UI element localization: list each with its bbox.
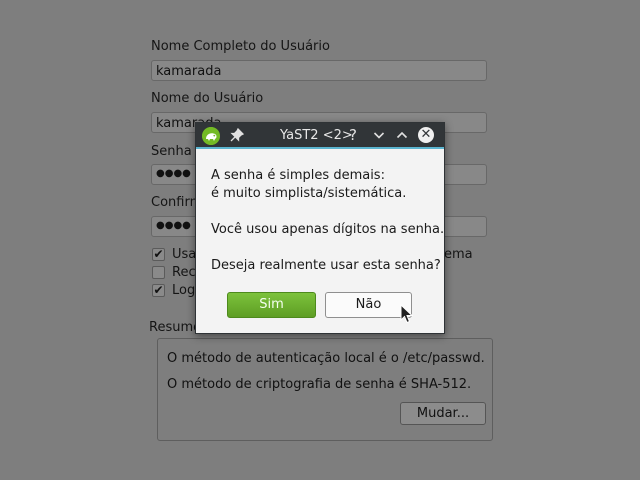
chevron-down-icon[interactable] xyxy=(373,128,385,144)
checkbox-receive[interactable] xyxy=(152,266,165,279)
mouse-cursor-icon xyxy=(400,303,414,328)
summary-box: O método de autenticação local é o /etc/… xyxy=(157,338,493,441)
username-label: Nome do Usuário xyxy=(151,91,264,106)
checkbox-use-password-label: Usa xyxy=(172,247,197,262)
full-name-field[interactable]: kamarada xyxy=(151,60,487,81)
summary-encryption-method: O método de criptografia de senha é SHA-… xyxy=(167,377,472,392)
pin-icon[interactable] xyxy=(230,127,245,146)
summary-label: Resumo xyxy=(149,320,202,335)
help-icon[interactable]: ? xyxy=(349,127,357,143)
change-button[interactable]: Mudar... xyxy=(400,402,486,425)
message-line-2: é muito simplista/sistemática. xyxy=(211,186,407,201)
checkbox-use-password-label-tail: ema xyxy=(444,247,473,262)
message-line-3: Você usou apenas dígitos na senha. xyxy=(211,222,445,237)
summary-auth-method: O método de autenticação local é o /etc/… xyxy=(167,351,485,366)
password-label: Senha xyxy=(151,144,192,159)
password-warning-dialog: YaST2 <2> ? ✕ A senha é simples demais: … xyxy=(195,122,445,334)
dialog-title: YaST2 <2> xyxy=(280,128,353,143)
close-icon[interactable]: ✕ xyxy=(418,127,434,143)
full-name-label: Nome Completo do Usuário xyxy=(151,39,330,54)
no-button[interactable]: Não xyxy=(325,292,412,318)
checkbox-use-password[interactable]: ✔ xyxy=(152,248,165,261)
chevron-up-icon[interactable] xyxy=(396,128,408,144)
dialog-titlebar[interactable]: YaST2 <2> ? ✕ xyxy=(196,123,444,149)
checkbox-auto-login-label: Log xyxy=(172,283,196,298)
message-line-1: A senha é simples demais: xyxy=(211,168,385,183)
opensuse-chameleon-icon[interactable] xyxy=(202,127,220,145)
message-line-4: Deseja realmente usar esta senha? xyxy=(211,258,441,273)
checkbox-auto-login[interactable]: ✔ xyxy=(152,284,165,297)
checkbox-receive-label: Rec xyxy=(172,265,196,280)
yes-button[interactable]: Sim xyxy=(227,292,316,318)
